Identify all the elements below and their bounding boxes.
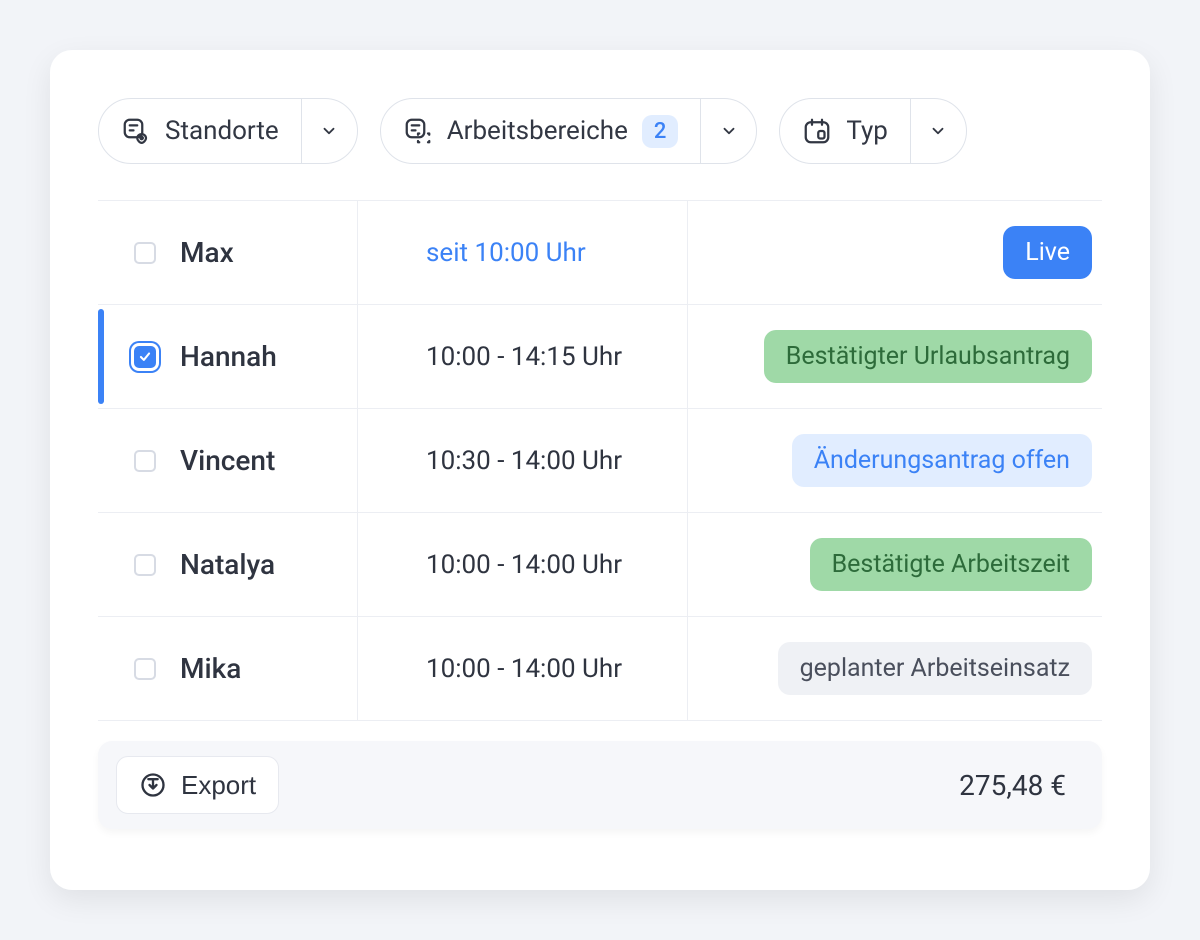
cell-status: geplanter Arbeitseinsatz bbox=[688, 642, 1102, 695]
table-row[interactable]: Hannah 10:00 - 14:15 Uhr Bestätigter Urlau… bbox=[98, 305, 1102, 409]
cell-status: Bestätigter Urlaubsantrag bbox=[688, 330, 1102, 383]
cell-status: Live bbox=[688, 226, 1102, 279]
table-row[interactable]: Mika 10:00 - 14:00 Uhr geplanter Arbeitsei… bbox=[98, 617, 1102, 721]
filter-type-caret[interactable] bbox=[910, 99, 966, 163]
status-badge: Bestätigte Arbeitszeit bbox=[810, 538, 1092, 591]
status-badge: Bestätigter Urlaubsantrag bbox=[764, 330, 1092, 383]
cell-name: Mika bbox=[98, 617, 358, 720]
cell-time: 10:00 - 14:00 Uhr bbox=[358, 513, 688, 616]
row-checkbox[interactable] bbox=[134, 242, 156, 264]
export-label: Export bbox=[181, 770, 256, 801]
table-row[interactable]: Vincent 10:30 - 14:00 Uhr Änderungsantrag … bbox=[98, 409, 1102, 513]
cell-time: 10:00 - 14:00 Uhr bbox=[358, 617, 688, 720]
cell-name: Vincent bbox=[98, 409, 358, 512]
row-checkbox[interactable] bbox=[134, 658, 156, 680]
chevron-down-icon bbox=[720, 122, 738, 140]
row-checkbox[interactable] bbox=[134, 450, 156, 472]
calendar-icon bbox=[802, 116, 832, 146]
row-name: Vincent bbox=[180, 444, 275, 477]
filter-bar: Standorte Arbeitsbereiche 2 bbox=[98, 98, 1102, 164]
filter-areas[interactable]: Arbeitsbereiche 2 bbox=[380, 98, 758, 164]
row-checkbox[interactable] bbox=[134, 554, 156, 576]
filter-type[interactable]: Typ bbox=[779, 98, 967, 164]
table-row[interactable]: Natalya 10:00 - 14:00 Uhr Bestätigte Arbei… bbox=[98, 513, 1102, 617]
status-badge: Änderungsantrag offen bbox=[792, 434, 1092, 487]
cell-time: 10:00 - 14:15 Uhr bbox=[358, 305, 688, 408]
row-name: Natalya bbox=[180, 548, 275, 581]
download-circle-icon bbox=[139, 771, 167, 799]
chevron-down-icon bbox=[320, 122, 338, 140]
row-name: Hannah bbox=[180, 340, 277, 373]
footer-total: 275,48 € bbox=[959, 769, 1066, 802]
list-scan-icon bbox=[403, 116, 433, 146]
cell-name: Natalya bbox=[98, 513, 358, 616]
status-badge: Live bbox=[1003, 226, 1092, 279]
cell-name: Hannah bbox=[98, 305, 358, 408]
row-checkbox[interactable] bbox=[134, 346, 156, 368]
row-name: Max bbox=[180, 236, 234, 269]
worktime-card: Standorte Arbeitsbereiche 2 bbox=[50, 50, 1150, 890]
cell-status: Bestätigte Arbeitszeit bbox=[688, 538, 1102, 591]
footer-bar: Export 275,48 € bbox=[98, 741, 1102, 829]
filter-areas-badge: 2 bbox=[642, 115, 679, 148]
filter-locations[interactable]: Standorte bbox=[98, 98, 358, 164]
filter-type-label: Typ bbox=[846, 116, 888, 146]
worktime-table: Max seit 10:00 Uhr Live Hannah 10:00 - 14:15… bbox=[98, 200, 1102, 721]
status-badge: geplanter Arbeitseinsatz bbox=[778, 642, 1092, 695]
cell-status: Änderungsantrag offen bbox=[688, 434, 1102, 487]
cell-time: 10:30 - 14:00 Uhr bbox=[358, 409, 688, 512]
cell-time: seit 10:00 Uhr bbox=[358, 201, 688, 304]
filter-areas-caret[interactable] bbox=[700, 99, 756, 163]
filter-locations-label: Standorte bbox=[165, 116, 279, 146]
export-button[interactable]: Export bbox=[116, 756, 279, 814]
chevron-down-icon bbox=[929, 122, 947, 140]
filter-areas-label: Arbeitsbereiche bbox=[447, 116, 628, 146]
row-name: Mika bbox=[180, 652, 241, 685]
cell-name: Max bbox=[98, 201, 358, 304]
table-row[interactable]: Max seit 10:00 Uhr Live bbox=[98, 201, 1102, 305]
filter-locations-caret[interactable] bbox=[301, 99, 357, 163]
list-location-icon bbox=[121, 116, 151, 146]
